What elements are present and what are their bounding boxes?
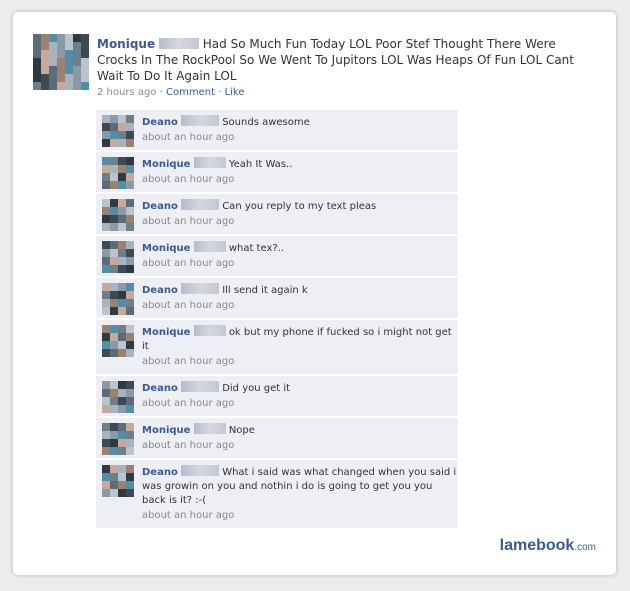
comment-text: Nope (228, 425, 255, 436)
comment-text: what tex?.. (228, 243, 285, 254)
comment-avatar[interactable] (102, 115, 134, 147)
lamebook-watermark: lamebook.com (500, 537, 596, 555)
redacted-surname (181, 381, 220, 392)
post-author[interactable]: Monique (97, 37, 155, 51)
comment-item: Deano Sounds awesome about an hour ago (96, 110, 458, 151)
comment-author[interactable]: Monique (142, 159, 190, 170)
comment-avatar[interactable] (102, 283, 134, 315)
comment-avatar[interactable] (102, 241, 134, 273)
redacted-surname (181, 199, 220, 210)
redacted-surname (158, 38, 199, 49)
comment-time[interactable]: about an hour ago (142, 215, 458, 229)
comment-item: Deano What i said was what changed when … (96, 460, 458, 529)
comment-author[interactable]: Deano (142, 383, 178, 394)
comment-item: Monique Yeah It Was.. about an hour ago (96, 152, 458, 193)
comment-author[interactable]: Monique (142, 243, 190, 254)
redacted-surname (193, 325, 226, 336)
comment-item: Deano Ill send it again k about an hour … (96, 278, 458, 319)
comment-item: Deano Did you get it about an hour ago (96, 376, 458, 417)
redacted-surname (193, 241, 226, 252)
like-link[interactable]: Like (225, 87, 245, 98)
comment-text: Sounds awesome (222, 117, 310, 128)
comment-time[interactable]: about an hour ago (142, 509, 458, 523)
post-avatar[interactable] (33, 34, 89, 90)
post-time[interactable]: 2 hours ago (97, 87, 156, 98)
comment-text: Can you reply to my text pleas (222, 201, 377, 212)
comment-text: Yeah It Was.. (228, 159, 293, 170)
redacted-surname (181, 115, 220, 126)
comment-item: Monique what tex?.. about an hour ago (96, 236, 458, 277)
comment-avatar[interactable] (102, 199, 134, 231)
comment-avatar[interactable] (102, 423, 134, 455)
post-body: Monique Had So Much Fun Today LOL Poor S… (97, 36, 577, 84)
redacted-surname (193, 157, 226, 168)
post-card: Monique Had So Much Fun Today LOL Poor S… (13, 12, 616, 575)
redacted-surname (181, 465, 220, 476)
comment-text: Did you get it (222, 383, 291, 394)
comment-avatar[interactable] (102, 157, 134, 189)
comment-item: Monique ok but my phone if fucked so i m… (96, 320, 458, 375)
comment-time[interactable]: about an hour ago (142, 131, 458, 145)
comment-author[interactable]: Monique (142, 425, 190, 436)
meta-separator: · (159, 87, 163, 98)
comment-author[interactable]: Monique (142, 327, 190, 338)
comment-list: Deano Sounds awesome about an hour ago M… (96, 110, 458, 530)
comment-avatar[interactable] (102, 325, 134, 357)
watermark-brand: lamebook (499, 537, 575, 554)
comment-author[interactable]: Deano (142, 285, 178, 296)
comment-item: Deano Can you reply to my text pleas abo… (96, 194, 458, 235)
comment-avatar[interactable] (102, 465, 134, 497)
comment-time[interactable]: about an hour ago (142, 257, 458, 271)
comment-author[interactable]: Deano (142, 201, 178, 212)
comment-text: Ill send it again k (222, 285, 308, 296)
redacted-surname (181, 283, 220, 294)
comment-time[interactable]: about an hour ago (142, 355, 458, 369)
comment-item: Monique Nope about an hour ago (96, 418, 458, 459)
comment-time[interactable]: about an hour ago (142, 299, 458, 313)
redacted-surname (193, 423, 226, 434)
comment-avatar[interactable] (102, 381, 134, 413)
comment-time[interactable]: about an hour ago (142, 173, 458, 187)
comment-author[interactable]: Deano (142, 117, 178, 128)
post-meta: 2 hours ago · Comment · Like (97, 87, 245, 98)
comment-link[interactable]: Comment (166, 87, 215, 98)
watermark-tld: .com (574, 542, 596, 553)
meta-separator: · (218, 87, 222, 98)
comment-author[interactable]: Deano (142, 467, 178, 478)
comment-time[interactable]: about an hour ago (142, 439, 458, 453)
comment-time[interactable]: about an hour ago (142, 397, 458, 411)
